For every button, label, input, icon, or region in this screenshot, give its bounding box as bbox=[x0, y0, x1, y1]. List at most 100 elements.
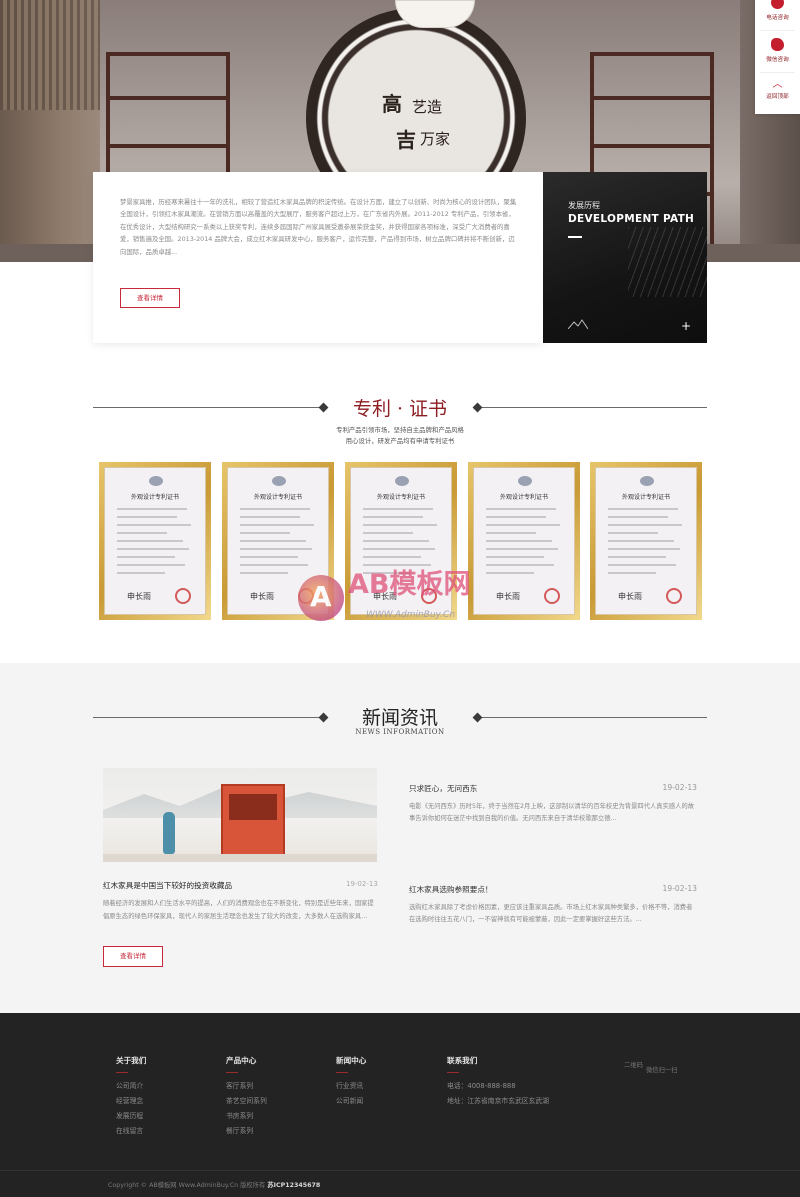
footer-link[interactable]: 行业资讯 bbox=[336, 1079, 366, 1094]
certificate-title: 外观设计专利证书 bbox=[621, 494, 670, 501]
news-item[interactable]: 红木家具选购参照要点！ 19-02-13 选购红木家具除了考虑价格因素，更应该注… bbox=[409, 884, 697, 944]
certificate-text-line bbox=[363, 564, 431, 566]
certificate-text-line bbox=[240, 508, 310, 510]
certificate-text-line bbox=[486, 508, 556, 510]
icp-number[interactable]: 苏ICP12345678 bbox=[267, 1182, 320, 1189]
certificate-signature: 申长雨 bbox=[618, 592, 642, 601]
certificate-text-line bbox=[608, 540, 674, 542]
certificate-text-line bbox=[240, 572, 288, 574]
footer-link[interactable]: 公司新闻 bbox=[336, 1094, 366, 1109]
footer-col-about: 关于我们 公司简介 经营理念 发展历程 在线留言 bbox=[116, 1055, 146, 1139]
footer-link[interactable]: 发展历程 bbox=[116, 1109, 146, 1124]
certificate-text-line bbox=[240, 524, 314, 526]
certificate-text-line bbox=[486, 572, 534, 574]
news-main-more-button[interactable]: 查看详情 bbox=[103, 946, 163, 967]
dev-bridge-image bbox=[628, 227, 707, 297]
certificate-text-line bbox=[117, 548, 189, 550]
side-phone[interactable]: 电话咨询 bbox=[755, 0, 800, 21]
footer-col-news: 新闻中心 行业资讯 公司新闻 bbox=[336, 1055, 366, 1109]
footer-contact-address: 地址：江苏省南京市玄武区玄武湖 bbox=[447, 1097, 549, 1105]
certificate-card[interactable]: 外观设计专利证书 申长雨 bbox=[590, 462, 702, 620]
footer-col-contact: 联系我们 电话：4008-888-888 地址：江苏省南京市玄武区玄武湖 bbox=[447, 1055, 549, 1109]
certificate-text-line bbox=[363, 572, 411, 574]
side-back-to-top[interactable]: ︿ 返回顶部 bbox=[755, 79, 800, 101]
certificate-paper: 外观设计专利证书 申长雨 bbox=[350, 467, 452, 615]
about-text: 梦景家具推，历经寒来暑往十一年的洗礼，相较了营造红木家具品牌的积淀传统。在设计方… bbox=[120, 198, 517, 256]
certificate-card[interactable]: 外观设计专利证书 申长雨 bbox=[345, 462, 457, 620]
news-main-title[interactable]: 红木家具是中国当下较好的投资收藏品 bbox=[103, 880, 232, 891]
certificate-paper: 外观设计专利证书 申长雨 bbox=[104, 467, 206, 615]
about-more-button[interactable]: 查看详情 bbox=[120, 288, 180, 308]
hero-calligraphy-2: 艺造 bbox=[412, 98, 443, 116]
news-main-image[interactable] bbox=[103, 768, 377, 862]
certificate-text-line bbox=[117, 524, 191, 526]
patent-section-title: 专利 · 证书 bbox=[93, 393, 707, 423]
news-title: 新闻资讯 bbox=[361, 707, 438, 729]
certificate-text-line bbox=[608, 508, 678, 510]
certificate-text-line bbox=[486, 556, 544, 558]
copyright-text: Copyright © AB模板网 Www.AdminBuy.Cn 版权所有 bbox=[108, 1182, 266, 1189]
qr-code-image: 二维码 bbox=[624, 1062, 643, 1069]
certificate-text-line bbox=[363, 508, 433, 510]
certificate-text-line bbox=[363, 540, 429, 542]
hero-calligraphy-3: 吉 bbox=[396, 128, 416, 152]
side-wechat[interactable]: 微信咨询 bbox=[755, 38, 800, 63]
footer-link[interactable]: 经营理念 bbox=[116, 1094, 146, 1109]
certificate-card[interactable]: 外观设计专利证书 申长雨 bbox=[99, 462, 211, 620]
news-item-desc: 选购红木家具除了考虑价格因素，更应该注重家具品质。市场上红木家具种类繁多，价格不… bbox=[409, 904, 693, 924]
news-item-date: 19-02-13 bbox=[662, 783, 697, 792]
news-item-title[interactable]: 只求匠心，无问西东 bbox=[409, 783, 477, 794]
certificate-card[interactable]: 外观设计专利证书 申长雨 bbox=[468, 462, 580, 620]
dev-dash bbox=[568, 236, 582, 238]
mountain-icon bbox=[568, 319, 588, 329]
certificate-card[interactable]: 外观设计专利证书 申长雨 bbox=[222, 462, 334, 620]
certificate-text-line bbox=[363, 524, 437, 526]
news-main-date: 19-02-13 bbox=[346, 880, 378, 888]
certificate-text-line bbox=[608, 516, 668, 518]
wechat-icon bbox=[771, 38, 784, 51]
certificate-title: 外观设计专利证书 bbox=[499, 494, 548, 501]
plus-icon[interactable]: + bbox=[681, 319, 691, 333]
hero-wall-left bbox=[0, 0, 100, 262]
news-item-title[interactable]: 红木家具选购参照要点！ bbox=[409, 884, 493, 895]
footer-col-products: 产品中心 客厅系列 茶艺空间系列 书房系列 餐厅系列 bbox=[226, 1055, 267, 1139]
certificate-text-line bbox=[117, 532, 167, 534]
hero-calligraphy-4: 万家 bbox=[420, 130, 451, 148]
news-item-date: 19-02-13 bbox=[662, 884, 697, 893]
certificate-seal-icon bbox=[175, 588, 191, 604]
chevron-up-icon: ︿ bbox=[772, 79, 783, 90]
certificate-text-line bbox=[608, 556, 666, 558]
certificate-seal-icon bbox=[544, 588, 560, 604]
certificate-emblem-icon bbox=[395, 476, 409, 486]
footer-link[interactable]: 茶艺空间系列 bbox=[226, 1094, 267, 1109]
footer-link[interactable]: 书房系列 bbox=[226, 1109, 267, 1124]
certificate-text-line bbox=[240, 548, 312, 550]
footer-link[interactable]: 公司简介 bbox=[116, 1079, 146, 1094]
certificate-text-line bbox=[117, 564, 185, 566]
certificate-text-line bbox=[608, 524, 682, 526]
footer-divider bbox=[0, 1170, 800, 1171]
certificate-text-line bbox=[608, 532, 658, 534]
footer-col-title: 关于我们 bbox=[116, 1056, 147, 1065]
footer-col-title: 联系我们 bbox=[447, 1056, 478, 1065]
certificate-text-line bbox=[363, 516, 423, 518]
dev-title-cn: 发展历程 bbox=[568, 201, 600, 210]
footer-link[interactable]: 餐厅系列 bbox=[226, 1124, 267, 1139]
certificate-text-line bbox=[117, 508, 187, 510]
certificate-text-line bbox=[240, 556, 298, 558]
footer-link[interactable]: 在线留言 bbox=[116, 1124, 146, 1139]
news-item[interactable]: 只求匠心，无问西东 19-02-13 电影《无问西东》历时5年，终于当然在2月上… bbox=[409, 783, 697, 843]
patent-desc-line-2: 用心设计，研发产品均有申请专利证书 bbox=[345, 437, 455, 445]
news-subtitle: NEWS INFORMATION bbox=[355, 728, 445, 736]
certificate-paper: 外观设计专利证书 申长雨 bbox=[473, 467, 575, 615]
certificate-text-line bbox=[608, 564, 676, 566]
footer-link[interactable]: 客厅系列 bbox=[226, 1079, 267, 1094]
certificate-text-line bbox=[486, 516, 546, 518]
phone-icon bbox=[771, 0, 784, 9]
certificate-text-line bbox=[486, 564, 554, 566]
about-card: 梦景家具推，历经寒来暑往十一年的洗礼，相较了营造红木家具品牌的积淀传统。在设计方… bbox=[93, 172, 543, 343]
development-path-card[interactable]: 发展历程 DEVELOPMENT PATH + bbox=[543, 172, 707, 343]
certificate-seal-icon bbox=[666, 588, 682, 604]
certificate-text-line bbox=[486, 548, 558, 550]
dev-title-en: DEVELOPMENT PATH bbox=[568, 213, 695, 225]
